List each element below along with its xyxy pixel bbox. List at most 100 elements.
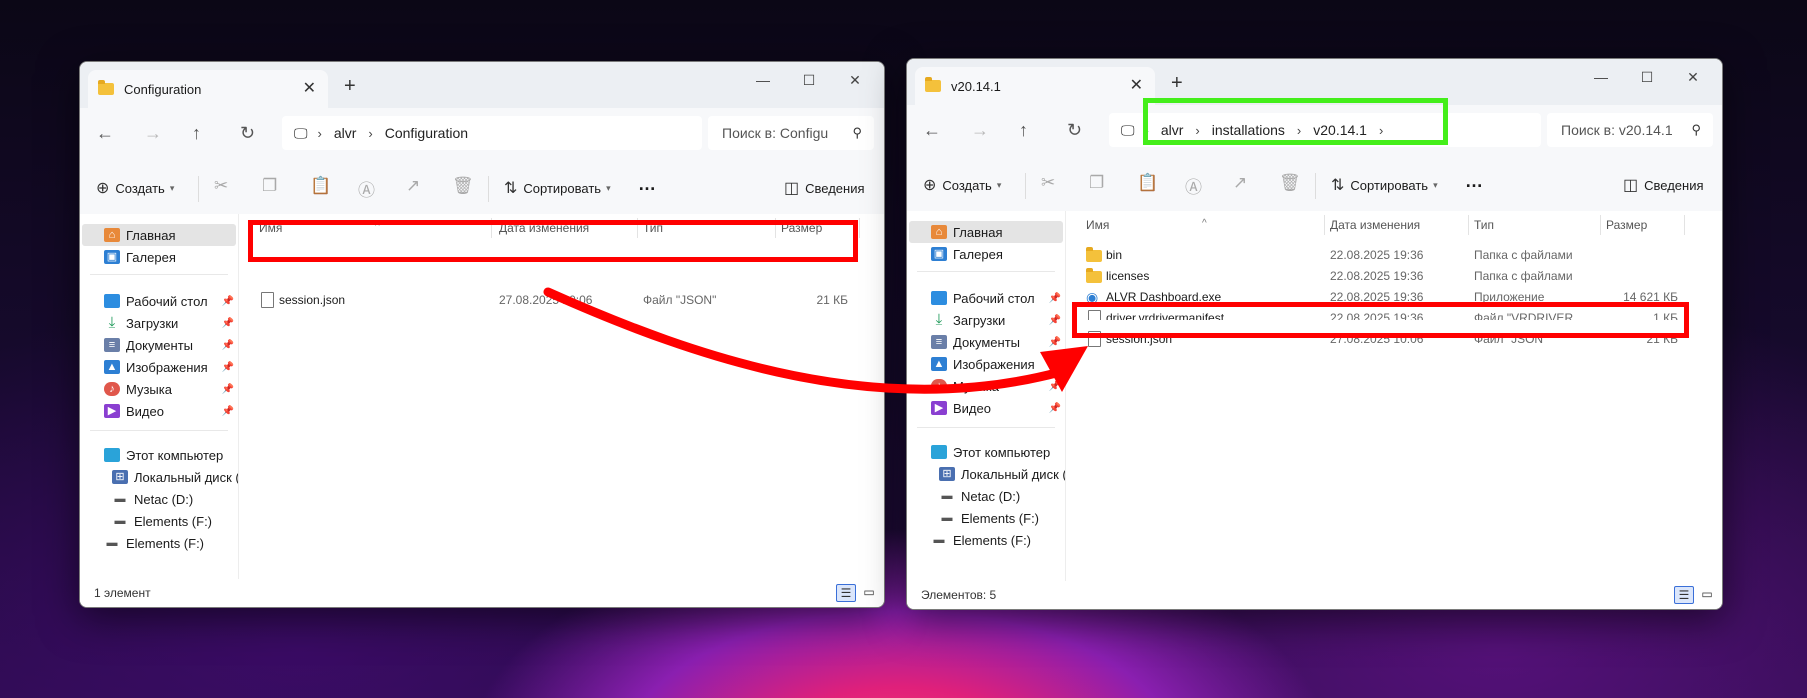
sidebar-item-gallery[interactable]: ▣ Галерея — [907, 243, 1065, 265]
sidebar-item-this-pc[interactable]: Этот компьютер — [80, 444, 238, 466]
close-tab-icon[interactable]: ✕ — [1130, 78, 1143, 94]
close-window-button[interactable]: ✕ — [832, 72, 878, 89]
pin-icon[interactable]: 📌 — [1049, 337, 1061, 348]
details-button[interactable]: ◫ Сведения — [784, 178, 865, 198]
tiles-view-icon[interactable]: ▭ — [1698, 586, 1716, 602]
sort-button[interactable]: ⇅ Сортировать ▾ — [1331, 175, 1438, 195]
cut-icon[interactable]: ✂ — [1041, 173, 1055, 193]
create-button[interactable]: ⊕ Создать ▾ — [96, 178, 174, 198]
sidebar-item-desktop[interactable]: Рабочий стол 📌 — [80, 290, 238, 312]
breadcrumb-alvr[interactable]: alvr — [334, 125, 357, 141]
back-arrow-icon[interactable]: ← — [96, 124, 114, 142]
chevron-down-icon: ▾ — [1433, 179, 1438, 190]
table-row[interactable]: licenses 22.08.2025 19:36 Папка с файлам… — [1066, 266, 1722, 286]
forward-arrow-icon[interactable]: → — [144, 124, 162, 142]
search-input[interactable]: Поиск в: Configu — [722, 125, 852, 141]
paste-icon[interactable]: 📋 — [310, 176, 331, 196]
sidebar-item-this-pc[interactable]: Этот компьютер — [907, 441, 1065, 463]
pin-icon[interactable]: 📌 — [1049, 293, 1061, 304]
delete-icon[interactable]: 🗑 — [452, 176, 474, 196]
sidebar-item-netac[interactable]: ▬ Netac (D:) — [907, 485, 1065, 507]
table-row[interactable]: bin 22.08.2025 19:36 Папка с файлами — [1066, 245, 1722, 265]
sidebar-item-local-disk[interactable]: ⊞ Локальный диск (С — [80, 466, 238, 488]
minimize-button[interactable]: — — [740, 72, 786, 89]
refresh-icon[interactable]: ↻ — [240, 124, 255, 142]
sidebar-item-elements-f[interactable]: ▬ Elements (F:) — [80, 510, 238, 532]
tab-v20141[interactable]: v20.14.1 ✕ — [915, 67, 1155, 105]
maximize-button[interactable]: ☐ — [786, 72, 832, 89]
pin-icon[interactable]: 📌 — [1049, 403, 1061, 414]
pin-icon[interactable]: 📌 — [222, 406, 234, 417]
pin-icon[interactable]: 📌 — [1049, 359, 1061, 370]
sidebar-item-pictures[interactable]: ▲ Изображения 📌 — [907, 353, 1065, 375]
sidebar-item-elements-f[interactable]: ▬ Elements (F:) — [907, 507, 1065, 529]
delete-icon[interactable]: 🗑 — [1279, 173, 1301, 193]
search-box[interactable]: Поиск в: v20.14.1 ⚲ — [1547, 113, 1713, 147]
create-button[interactable]: ⊕ Создать ▾ — [923, 175, 1001, 195]
copy-icon[interactable]: ❐ — [1089, 173, 1104, 193]
pin-icon[interactable]: 📌 — [1049, 315, 1061, 326]
sidebar-item-home[interactable]: ⌂ Главная — [909, 221, 1063, 243]
table-row[interactable]: session.json 27.08.2025 10:06 Файл "JSON… — [239, 290, 884, 310]
details-view-icon[interactable]: ☰ — [836, 584, 856, 602]
sidebar-item-music[interactable]: ♪ Музыка 📌 — [80, 378, 238, 400]
pin-icon[interactable]: 📌 — [222, 340, 234, 351]
sort-button[interactable]: ⇅ Сортировать ▾ — [504, 178, 611, 198]
refresh-icon[interactable]: ↻ — [1067, 121, 1082, 139]
sidebar-item-netac[interactable]: ▬ Netac (D:) — [80, 488, 238, 510]
sidebar-item-music[interactable]: ♪ Музыка 📌 — [907, 375, 1065, 397]
close-window-button[interactable]: ✕ — [1670, 69, 1716, 86]
sidebar-item-pictures[interactable]: ▲ Изображения 📌 — [80, 356, 238, 378]
sidebar-item-elements-f[interactable]: ▬ Elements (F:) — [907, 529, 1065, 551]
cut-icon[interactable]: ✂ — [214, 176, 228, 196]
sidebar-item-downloads[interactable]: ⤓ Загрузки 📌 — [907, 309, 1065, 331]
pin-icon[interactable]: 📌 — [222, 318, 234, 329]
new-tab-button[interactable]: + — [1171, 73, 1183, 93]
back-arrow-icon[interactable]: ← — [923, 121, 941, 139]
search-input[interactable]: Поиск в: v20.14.1 — [1561, 122, 1691, 138]
tiles-view-icon[interactable]: ▭ — [860, 584, 878, 600]
sidebar-item-video[interactable]: ▶ Видео 📌 — [907, 397, 1065, 419]
tab-configuration[interactable]: Configuration ✕ — [88, 70, 328, 108]
copy-icon[interactable]: ❐ — [262, 176, 277, 196]
up-arrow-icon[interactable]: ↑ — [1019, 121, 1028, 139]
computer-icon — [931, 445, 947, 459]
column-name[interactable]: Имя — [1086, 218, 1109, 232]
sidebar-item-desktop[interactable]: Рабочий стол 📌 — [907, 287, 1065, 309]
breadcrumb-configuration[interactable]: Configuration — [385, 125, 468, 141]
minimize-button[interactable]: — — [1578, 69, 1624, 86]
new-tab-button[interactable]: + — [344, 76, 356, 96]
details-view-icon[interactable]: ☰ — [1674, 586, 1694, 604]
sidebar-item-gallery[interactable]: ▣ Галерея — [80, 246, 238, 268]
sidebar-item-local-disk[interactable]: ⊞ Локальный диск (С — [907, 463, 1065, 485]
paste-icon[interactable]: 📋 — [1137, 173, 1158, 193]
column-date[interactable]: Дата изменения — [1330, 218, 1420, 232]
search-box[interactable]: Поиск в: Configu ⚲ — [708, 116, 874, 150]
column-type[interactable]: Тип — [1474, 218, 1494, 232]
sidebar-item-documents[interactable]: ≡ Документы 📌 — [907, 331, 1065, 353]
share-icon[interactable]: ↗ — [406, 176, 420, 196]
column-size[interactable]: Размер — [1606, 218, 1647, 232]
forward-arrow-icon[interactable]: → — [971, 121, 989, 139]
sidebar-item-downloads[interactable]: ⤓ Загрузки 📌 — [80, 312, 238, 334]
pin-icon[interactable]: 📌 — [1049, 381, 1061, 392]
close-tab-icon[interactable]: ✕ — [303, 81, 316, 97]
pin-icon[interactable]: 📌 — [222, 384, 234, 395]
details-button[interactable]: ◫ Сведения — [1623, 175, 1704, 195]
maximize-button[interactable]: ☐ — [1624, 69, 1670, 86]
sidebar-item-home[interactable]: ⌂ Главная — [82, 224, 236, 246]
more-options-button[interactable]: … — [1465, 171, 1483, 192]
pin-icon[interactable]: 📌 — [222, 296, 234, 307]
more-options-button[interactable]: … — [638, 174, 656, 195]
sidebar-item-video[interactable]: ▶ Видео 📌 — [80, 400, 238, 422]
rename-icon[interactable]: Ⓐ — [358, 176, 375, 201]
video-icon: ▶ — [104, 404, 120, 418]
rename-icon[interactable]: Ⓐ — [1185, 173, 1202, 198]
sidebar-item-documents[interactable]: ≡ Документы 📌 — [80, 334, 238, 356]
address-bar[interactable]: 🖵 › alvr › Configuration — [282, 116, 702, 150]
share-icon[interactable]: ↗ — [1233, 173, 1247, 193]
pin-icon[interactable]: 📌 — [222, 362, 234, 373]
sidebar-item-elements-f[interactable]: ▬ Elements (F:) — [80, 532, 238, 554]
up-arrow-icon[interactable]: ↑ — [192, 124, 201, 142]
file-name: licenses — [1106, 269, 1150, 283]
